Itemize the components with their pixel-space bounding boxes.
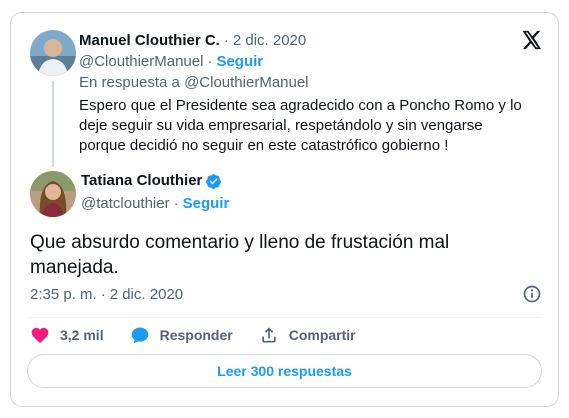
parent-handle[interactable]: @ClouthierManuel [79, 52, 203, 72]
heart-icon [31, 327, 49, 343]
separator: · [173, 195, 179, 212]
avatar-tatiana[interactable] [30, 171, 76, 217]
parent-follow-button[interactable]: Seguir [216, 52, 263, 72]
reply-bubble-icon [131, 327, 148, 344]
avatar-manuel[interactable] [30, 30, 76, 76]
read-replies-button[interactable]: Leer 300 respuestas [27, 354, 542, 388]
reply-to-label: En respuesta a @ClouthierManuel [79, 74, 309, 91]
embedded-tweet-card: Manuel Clouthier C. · 2 dic. 2020 @Clout… [10, 12, 559, 407]
author-handle[interactable]: @tatclouthier [81, 194, 170, 214]
author-name[interactable]: Tatiana Clouthier [81, 171, 202, 191]
separator: · [100, 286, 106, 303]
reply-label: Responder [159, 327, 233, 343]
thread-connector [52, 81, 54, 167]
divider [27, 317, 542, 318]
parent-author-name[interactable]: Manuel Clouthier C. [79, 31, 220, 51]
separator: · [207, 53, 213, 70]
verified-badge-icon [206, 173, 222, 189]
follow-button[interactable]: Seguir [183, 194, 230, 214]
like-count: 3,2 mil [60, 327, 104, 343]
share-button[interactable]: Compartir [259, 325, 356, 345]
tweet-text: Que absurdo comentario y lleno de frusta… [30, 232, 450, 278]
separator: · [223, 32, 229, 49]
parent-date[interactable]: 2 dic. 2020 [233, 31, 306, 51]
like-button[interactable]: 3,2 mil [30, 325, 104, 345]
parent-tweet-text: Espero que el Presidente sea agradecido … [79, 97, 522, 154]
tweet-date[interactable]: 2 dic. 2020 [110, 285, 183, 305]
reply-button[interactable]: Responder [130, 325, 233, 345]
tweet-time[interactable]: 2:35 p. m. [30, 285, 97, 305]
action-bar: 3,2 mil Responder Compartir [30, 325, 382, 345]
share-icon [262, 327, 276, 343]
share-label: Compartir [288, 327, 356, 343]
info-icon[interactable] [522, 284, 542, 304]
x-logo-icon[interactable] [520, 29, 542, 51]
tweet-timestamp[interactable]: 2:35 p. m. · 2 dic. 2020 [30, 285, 183, 305]
